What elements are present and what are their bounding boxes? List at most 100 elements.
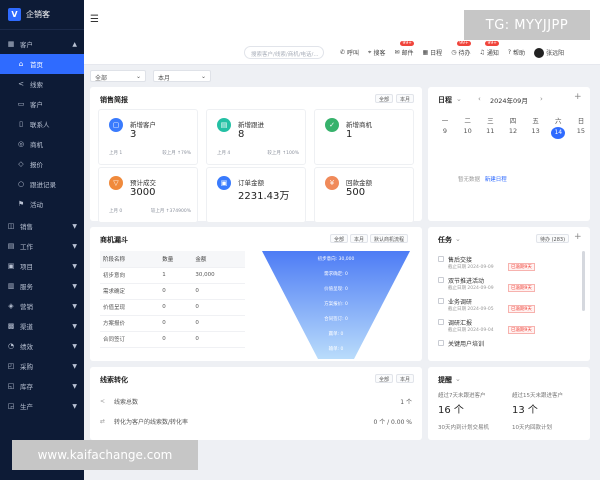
stat-payment-amount[interactable]: ¥ 回款金额 500 (314, 167, 414, 223)
user-menu[interactable]: 张远阳 (534, 47, 564, 58)
task-scrollbar[interactable] (582, 251, 585, 311)
calendar-day[interactable]: 9 (438, 127, 452, 139)
app-logo[interactable]: V 企销客 (0, 0, 84, 30)
chevron-down-icon[interactable]: ⌄ (455, 375, 461, 383)
sidebar-group-channels[interactable]: ▩ 渠道 ▼ (0, 316, 84, 336)
sidebar-group-marketing[interactable]: ◈ 营销 ▼ (0, 296, 84, 316)
reminder-value[interactable]: 16 个 (438, 401, 464, 416)
task-checkbox[interactable] (438, 340, 444, 346)
help-button[interactable]: ? 帮助 (508, 48, 525, 57)
prev-month-icon[interactable]: ‹ (478, 95, 481, 103)
chip-all[interactable]: 全部 (375, 374, 394, 383)
period-select[interactable]: 本月 ⌄ (153, 70, 211, 82)
task-filter-select[interactable]: 待办 (283) (536, 234, 570, 243)
stat-new-customers[interactable]: ▢ 新增客户 3 上月 1 较上月 ↑79% (98, 109, 198, 165)
mail-button[interactable]: ✉ 99+ 邮件 (394, 41, 414, 57)
clock-icon: ◷ (451, 49, 457, 56)
leads-title: 线索转化 (100, 376, 128, 384)
sidebar-group-customers[interactable]: ▦ 客户 ▲ (0, 34, 84, 54)
toolbar-actions: ✆ 呼叫 ⌖ 搜客 ✉ 99+ 邮件 ▦ 日程 ◷ 99+ 待办 ♫ 99+ 通知 ? 帮助 张远阳 (340, 40, 564, 65)
sidebar-group-performance[interactable]: ◔ 绩效 ▼ (0, 336, 84, 356)
scope-select[interactable]: 全部 ⌄ (90, 70, 146, 82)
task-checkbox[interactable] (438, 277, 444, 283)
task-checkbox[interactable] (438, 319, 444, 325)
chevron-down-icon: ▼ (72, 402, 77, 410)
stat-order-amount[interactable]: ▣ 订单金额 2231.43万 (206, 167, 306, 223)
add-event-icon[interactable]: + (574, 92, 582, 102)
task-title: 关键用户培训 (448, 341, 485, 348)
task-checkbox[interactable] (438, 298, 444, 304)
list-item[interactable]: 调研汇报 截止日期 2024-09-04 已逾期9天 (438, 317, 573, 338)
help-icon: ? (507, 49, 512, 56)
call-label: 呼叫 (347, 50, 360, 57)
chip-all[interactable]: 全部 (330, 234, 349, 243)
chevron-down-icon: ⌄ (200, 73, 206, 80)
calendar-day-today[interactable]: 14 (551, 127, 566, 139)
calendar-day[interactable]: 11 (483, 127, 497, 139)
sidebar-item-leads[interactable]: < 线索 (0, 74, 84, 94)
cell: 30,000 (192, 267, 245, 284)
home-icon: ⌂ (18, 60, 24, 68)
chip-all[interactable]: 全部 (375, 94, 394, 103)
calendar-day[interactable]: 13 (529, 127, 543, 139)
flow-select[interactable]: 默认商机流程 (370, 234, 409, 243)
notification-button[interactable]: ♫ 99+ 通知 (479, 41, 499, 57)
sidebar-item-home[interactable]: ⌂ 首页 (0, 54, 84, 74)
sidebar-item-label: 活动 (30, 201, 43, 209)
stat-new-followups[interactable]: ▤ 新增跟进 8 上月 4 较上月 ↑100% (206, 109, 306, 165)
calendar-day[interactable]: 15 (574, 127, 588, 139)
sidebar-item-customers[interactable]: ▭ 客户 (0, 94, 84, 114)
chip-period[interactable]: 本月 (396, 94, 415, 103)
menu-toggle-icon[interactable]: ☰ (90, 14, 99, 25)
task-checkbox[interactable] (438, 256, 444, 262)
sidebar-item-label: 项目 (20, 263, 33, 271)
stat-expected-deals[interactable]: ▽ 预计成交 3000 上月 0 较上月 ↑374900% (98, 167, 198, 223)
reminder-label: 10天内回款计划 (512, 425, 552, 431)
list-item[interactable]: 业务调研 截止日期 2024-09-05 已逾期9天 (438, 296, 573, 317)
top-toolbar: 搜索客户/线索/商机/电话/... ✆ 呼叫 ⌖ 搜客 ✉ 99+ 邮件 ▦ 日程 ◷ 99… (84, 40, 600, 65)
calendar-icon: ▦ (422, 49, 429, 56)
chevron-down-icon[interactable]: ⌄ (456, 95, 462, 103)
call-button[interactable]: ✆ 呼叫 (340, 48, 359, 57)
overdue-badge: 已逾期9天 (508, 284, 535, 292)
overdue-badge: 已逾期9天 (508, 263, 535, 271)
sidebar-group-sales[interactable]: ◫ 销售 ▼ (0, 216, 84, 236)
cell: 0 (192, 283, 245, 300)
sidebar-item-activities[interactable]: ⚑ 活动 (0, 194, 84, 214)
global-search-input[interactable]: 搜索客户/线索/商机/电话/... (244, 46, 324, 59)
list-item[interactable]: 售后交接 截止日期 2024-09-09 已逾期9天 (438, 254, 573, 275)
todo-button[interactable]: ◷ 99+ 待办 (451, 41, 471, 57)
sidebar-group-purchase[interactable]: ◰ 采购 ▼ (0, 356, 84, 376)
new-event-link[interactable]: 新建日程 (485, 177, 507, 183)
chip-period[interactable]: 本月 (396, 374, 415, 383)
doc-icon: ▤ (7, 242, 15, 250)
stat-new-opportunities[interactable]: ✓ 新增商机 1 (314, 109, 414, 165)
sidebar-group-production[interactable]: ◲ 生产 ▼ (0, 396, 84, 416)
find-customers-button[interactable]: ⌖ 搜客 (368, 48, 385, 58)
sidebar-group-work[interactable]: ▤ 工作 ▼ (0, 236, 84, 256)
sidebar-item-contacts[interactable]: ▯ 联系人 (0, 114, 84, 134)
chevron-down-icon[interactable]: ⌄ (455, 235, 461, 243)
sidebar-item-followups[interactable]: ○ 跟进记录 (0, 174, 84, 194)
sidebar-item-quotes[interactable]: ◇ 报价 (0, 154, 84, 174)
sales-brief-title: 销售简报 (100, 96, 128, 104)
list-item[interactable]: 双节推进活动 截止日期 2024-09-09 已逾期9天 (438, 275, 573, 296)
sidebar-item-opportunities[interactable]: ◎ 商机 (0, 134, 84, 154)
cell: 0 (192, 331, 245, 348)
calendar-day[interactable]: 10 (461, 127, 475, 139)
list-item[interactable]: 关键用户培训 (438, 338, 573, 359)
sidebar-group-inventory[interactable]: ◱ 库存 ▼ (0, 376, 84, 396)
calendar-day[interactable]: 12 (506, 127, 520, 139)
notification-badge: 99+ (485, 41, 499, 46)
chip-period[interactable]: 本月 (350, 234, 369, 243)
add-task-icon[interactable]: + (574, 232, 582, 242)
next-month-icon[interactable]: › (540, 95, 543, 103)
sidebar-group-projects[interactable]: ▣ 项目 ▼ (0, 256, 84, 276)
logo-icon: V (8, 8, 21, 21)
sidebar-group-service[interactable]: ▥ 服务 ▼ (0, 276, 84, 296)
sidebar-item-label: 营销 (20, 303, 33, 311)
reminder-value[interactable]: 13 个 (512, 401, 538, 416)
calendar-button[interactable]: ▦ 日程 (423, 48, 443, 57)
reminder-label: 30天内到计划交易机 (438, 425, 489, 431)
avatar (534, 47, 545, 58)
